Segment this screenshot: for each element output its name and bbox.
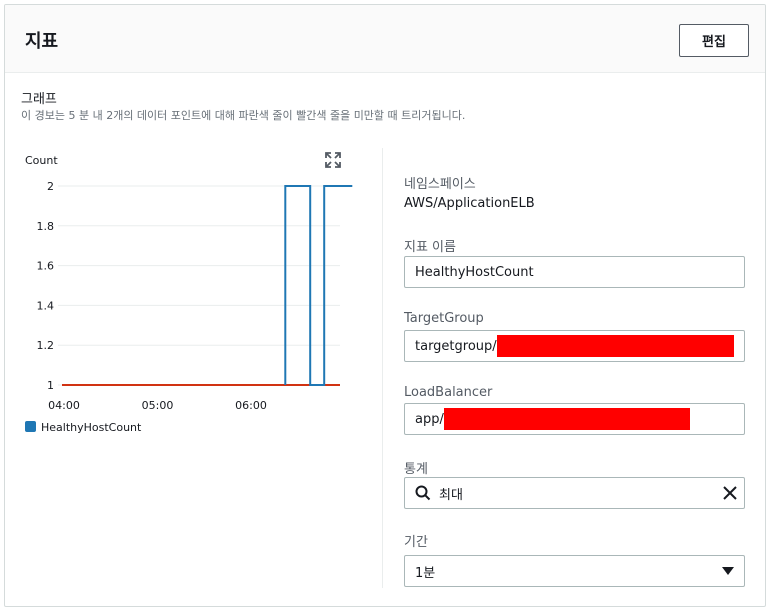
panel-title: 지표 <box>25 31 59 52</box>
statistic-value: 최대 <box>439 487 463 503</box>
load-balancer-field[interactable]: app/ <box>404 403 745 435</box>
period-label: 기간 <box>404 535 428 550</box>
graph-title: 그래프 <box>21 92 57 107</box>
x-tick-label: 04:00 <box>48 399 80 412</box>
target-group-label: TargetGroup <box>404 311 484 326</box>
y-tick-label: 1 <box>47 379 54 392</box>
panel-header: 지표 편집 <box>5 5 765 73</box>
y-tick-label: 2 <box>47 180 54 193</box>
legend-label: HealthyHostCount <box>41 421 142 434</box>
caret-down-icon <box>722 567 734 575</box>
statistic-label: 통계 <box>404 462 428 477</box>
redaction-box <box>496 335 734 357</box>
clear-icon[interactable] <box>722 485 738 501</box>
metric-name-field[interactable]: HealthyHostCount <box>404 256 745 288</box>
load-balancer-label: LoadBalancer <box>404 385 493 400</box>
target-group-value: targetgroup/ <box>415 338 497 354</box>
x-tick-label: 06:00 <box>235 399 267 412</box>
namespace-value: AWS/ApplicationELB <box>404 196 535 211</box>
load-balancer-value: app/ <box>415 411 444 427</box>
metric-name-value: HealthyHostCount <box>415 264 534 280</box>
period-select[interactable]: 1분 <box>404 555 745 587</box>
y-tick-label: 1.8 <box>37 220 55 233</box>
statistic-search-field[interactable]: 최대 <box>404 477 745 509</box>
expand-icon[interactable] <box>325 152 341 168</box>
y-axis-label: Count <box>25 154 58 167</box>
edit-button[interactable]: 편집 <box>679 24 749 57</box>
y-tick-label: 1.6 <box>37 260 55 273</box>
series-line-healthyhostcount <box>284 185 353 386</box>
graph-description: 이 경보는 5 분 내 2개의 데이터 포인트에 대해 파란색 줄이 빨간색 줄… <box>21 109 466 122</box>
y-tick-label: 1.2 <box>37 339 55 352</box>
namespace-label: 네임스페이스 <box>404 177 476 192</box>
panel-divider <box>382 148 383 588</box>
metric-name-label: 지표 이름 <box>404 240 456 255</box>
target-group-field[interactable]: targetgroup/ <box>404 330 745 362</box>
x-tick-label: 05:00 <box>142 399 174 412</box>
metric-chart: Count 2 1.8 1.6 1.4 1.2 1 04:00 05:00 06:00 Hea… <box>25 154 353 434</box>
legend-swatch <box>25 421 36 432</box>
search-icon <box>415 485 431 501</box>
period-value: 1분 <box>415 565 436 581</box>
redaction-box <box>443 408 690 430</box>
y-tick-label: 1.4 <box>37 299 55 312</box>
